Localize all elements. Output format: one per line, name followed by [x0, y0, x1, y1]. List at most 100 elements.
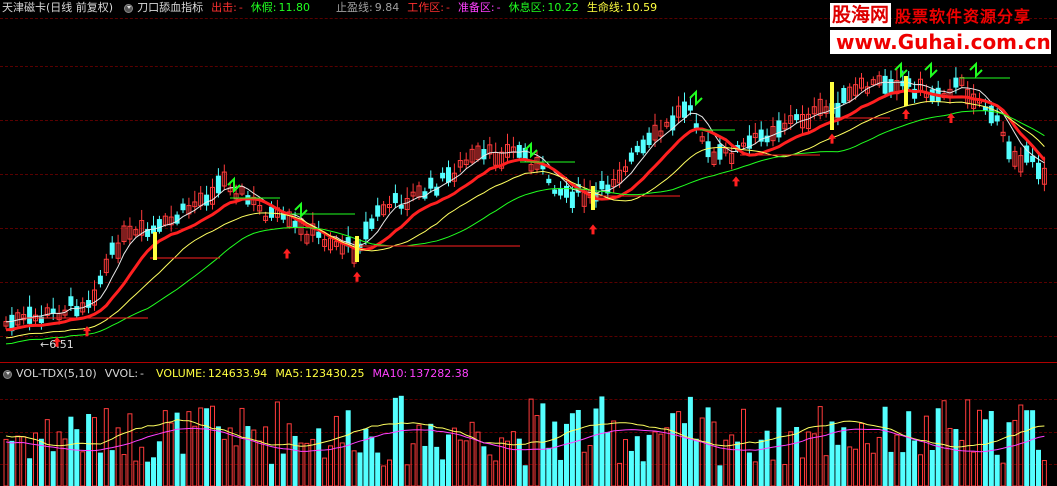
volume-bar: [121, 454, 127, 486]
volume-bar: [363, 428, 369, 486]
volume-bar: [1000, 462, 1006, 486]
volume-bar: [269, 463, 274, 486]
volume-bar: [546, 447, 552, 486]
volume-bar: [186, 411, 192, 486]
stop-label: 止盈线:: [336, 1, 373, 14]
volume-bar: [569, 413, 575, 486]
rest-label: 休假:: [250, 1, 277, 14]
up-arrow-icon: [353, 271, 361, 282]
volume-bar: [68, 416, 74, 486]
candle-body: [1006, 141, 1012, 160]
circle-dropdown-icon[interactable]: [124, 3, 134, 13]
volume-bar: [239, 407, 245, 486]
volume-bar: [422, 445, 428, 486]
candle-body: [1036, 162, 1041, 180]
volume-bar: [192, 425, 198, 486]
price-chart-panel[interactable]: ←6.51: [0, 0, 1057, 362]
candle-body: [215, 175, 221, 194]
volume-bar: [988, 411, 994, 486]
highlight-bar: [830, 82, 834, 130]
life-value: 10.59: [625, 1, 658, 14]
ma10-label: MA10:: [372, 367, 408, 380]
volume-bar: [404, 464, 410, 486]
candle-body: [50, 308, 56, 314]
up-arrow-icon: [902, 109, 910, 119]
volume-bar: [729, 434, 735, 486]
volume-bar: [263, 426, 269, 486]
volume-bar: [1036, 449, 1041, 486]
volume-bar: [634, 436, 640, 486]
volume-bar: [174, 412, 180, 486]
volume-bar: [145, 461, 151, 486]
watermark-brand: 股海网: [830, 3, 892, 27]
volume-bar: [664, 427, 670, 486]
up-arrow-icon: [283, 248, 291, 259]
candle-body: [835, 102, 841, 119]
restzone-label: 休息区:: [508, 1, 546, 14]
exit-label: 出击:: [211, 1, 237, 14]
volume-bar: [127, 413, 133, 486]
indicator-name[interactable]: 刀口舔血指标: [137, 0, 203, 16]
volume-bar: [298, 442, 304, 486]
volume-bar: [764, 430, 770, 486]
volume-bar: [723, 439, 729, 486]
volume-chart-canvas[interactable]: [0, 364, 1057, 486]
up-arrow-icon: [732, 176, 740, 187]
volume-bar: [534, 415, 540, 486]
volume-bar: [900, 452, 906, 486]
volume-label: VOLUME:: [156, 367, 206, 380]
volume-bar: [469, 421, 475, 486]
volume-bar: [392, 397, 398, 486]
volume-value: 124633.94: [207, 367, 268, 380]
volume-bar: [398, 395, 404, 486]
volume-bar: [162, 410, 168, 486]
circle-dropdown-icon[interactable]: [3, 369, 12, 379]
work-value: -: [445, 1, 450, 14]
candle-body: [428, 177, 434, 189]
volume-bar: [457, 439, 463, 486]
volume-bar: [38, 438, 44, 486]
volume-bar: [522, 465, 528, 486]
volume-bar: [1041, 460, 1047, 486]
candle-body: [994, 115, 1000, 122]
volume-bar: [381, 465, 387, 486]
volume-bar: [628, 450, 634, 486]
volume-bar: [823, 455, 829, 486]
volume-bar: [935, 408, 941, 486]
volume-bar: [711, 421, 717, 486]
volume-chart-panel[interactable]: [0, 364, 1057, 486]
volume-bar: [794, 426, 800, 486]
volume-bar: [906, 411, 912, 486]
volume-bar: [204, 408, 210, 486]
volume-bar: [333, 415, 339, 486]
volume-bar: [221, 438, 227, 486]
candle-body: [369, 218, 375, 229]
ma5-value: 123430.25: [305, 367, 365, 380]
candle-body: [156, 219, 162, 232]
volume-bar: [133, 460, 139, 486]
volume-bar: [994, 454, 1000, 486]
volume-bar: [575, 409, 581, 486]
candle-body: [888, 79, 894, 94]
candle-body: [841, 87, 847, 104]
volume-bar: [33, 432, 38, 486]
volume-bar: [168, 422, 174, 486]
candle-body: [640, 139, 646, 154]
price-chart-canvas[interactable]: [0, 0, 1057, 362]
volume-bar: [481, 446, 487, 486]
volume-bar: [853, 448, 859, 486]
volume-bar: [251, 429, 257, 486]
volume-bar: [982, 419, 988, 486]
volume-bar: [782, 464, 788, 486]
candle-body: [882, 75, 888, 94]
volume-bar: [735, 441, 741, 486]
volume-indicator-name[interactable]: VOL-TDX(5,10): [16, 366, 97, 382]
candle-body: [392, 193, 398, 204]
candle-body: [693, 123, 699, 129]
volume-bar: [693, 438, 699, 486]
rest-value: 11.80: [278, 1, 311, 14]
volume-bar: [357, 452, 363, 486]
volume-bar: [977, 409, 982, 486]
highlight-bar: [591, 186, 595, 210]
volume-bar: [56, 431, 62, 486]
